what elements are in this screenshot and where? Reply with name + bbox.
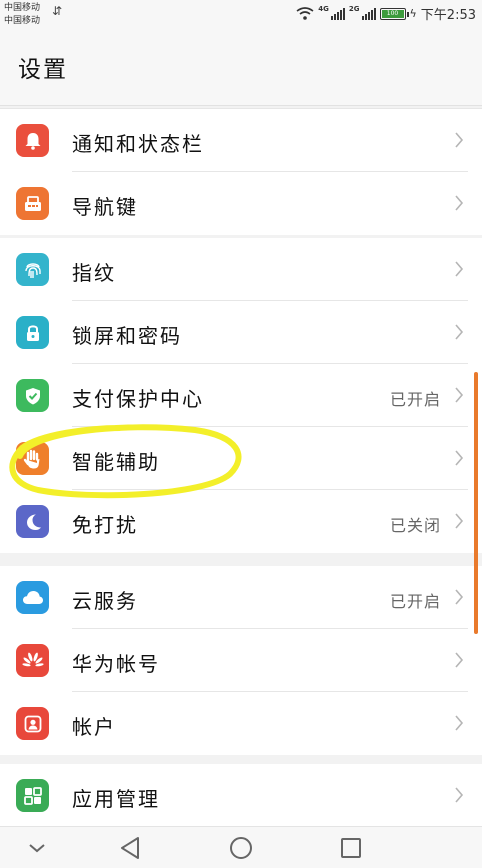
- settings-row-label: 通知和状态栏: [72, 132, 204, 156]
- navigation-key-icon: [16, 187, 49, 220]
- chevron-right-icon: [455, 261, 464, 277]
- carrier-2: 中国移动: [4, 16, 41, 26]
- settings-row-shield-check[interactable]: 支付保护中心 已开启: [0, 364, 482, 427]
- network-2-label: 2G: [348, 4, 360, 13]
- chevron-right-icon: [455, 324, 464, 340]
- status-icons: 4G 2G 100 ϟ 下午2:53: [296, 4, 476, 23]
- chevron-right-icon: [455, 513, 464, 529]
- hide-nav-button[interactable]: [24, 835, 50, 861]
- settings-row-status: 已开启: [389, 592, 441, 611]
- settings-row-status: 已开启: [389, 390, 441, 409]
- chevron-right-icon: [455, 589, 464, 605]
- cloud-icon: [16, 581, 49, 614]
- settings-row-account[interactable]: 帐户: [0, 692, 482, 755]
- settings-group-3: 云服务 已开启华为帐号帐户: [0, 566, 482, 755]
- settings-row-label: 云服务: [72, 589, 138, 613]
- apps-grid-icon: [16, 779, 49, 812]
- signal-2-icon: [361, 7, 376, 20]
- settings-row-label: 免打扰: [72, 513, 138, 537]
- settings-row-label: 指纹: [72, 261, 116, 285]
- settings-row-apps-grid[interactable]: 应用管理: [0, 764, 482, 827]
- wifi-icon: [296, 7, 314, 20]
- settings-group-1: 通知和状态栏 导航键: [0, 108, 482, 235]
- battery-level: 100: [381, 9, 404, 18]
- navigation-bar: [0, 826, 482, 868]
- clock: 下午2:53: [420, 8, 476, 23]
- chevron-right-icon: [455, 387, 464, 403]
- shield-check-icon: [16, 379, 49, 412]
- lock-icon: [16, 316, 49, 349]
- settings-row-lock[interactable]: 锁屏和密码: [0, 301, 482, 364]
- chevron-right-icon: [455, 652, 464, 668]
- account-icon: [16, 707, 49, 740]
- settings-row-status: 已关闭: [389, 516, 441, 535]
- signal-1-icon: [330, 7, 345, 20]
- settings-row-label: 智能辅助: [72, 450, 160, 474]
- settings-row-cloud[interactable]: 云服务 已开启: [0, 566, 482, 629]
- settings-group-4: 应用管理: [0, 764, 482, 827]
- settings-row-label: 锁屏和密码: [72, 324, 182, 348]
- hand-icon: [16, 442, 49, 475]
- page-title: 设置: [18, 57, 68, 83]
- huawei-logo-icon: [16, 644, 49, 677]
- recents-button[interactable]: [338, 835, 364, 861]
- settings-row-label: 应用管理: [72, 787, 160, 811]
- chevron-right-icon: [455, 195, 464, 211]
- bell-icon: [16, 124, 49, 157]
- chevron-right-icon: [455, 450, 464, 466]
- settings-row-moon[interactable]: 免打扰 已关闭: [0, 490, 482, 553]
- settings-row-label: 帐户: [72, 715, 116, 739]
- settings-row-bell[interactable]: 通知和状态栏: [0, 109, 482, 172]
- settings-row-label: 导航键: [72, 195, 138, 219]
- carrier-info: 中国移动 中国移动: [4, 2, 40, 28]
- settings-row-hand[interactable]: 智能辅助: [0, 427, 482, 490]
- chevron-right-icon: [455, 715, 464, 731]
- chevron-right-icon: [455, 132, 464, 148]
- settings-row-fingerprint[interactable]: 指纹: [0, 238, 482, 301]
- settings-group-2: 指纹锁屏和密码支付保护中心 已开启智能辅助免打扰 已关闭: [0, 238, 482, 553]
- back-button[interactable]: [118, 835, 144, 861]
- carrier-1: 中国移动: [4, 3, 41, 13]
- settings-row-huawei-logo[interactable]: 华为帐号: [0, 629, 482, 692]
- battery-icon: 100: [379, 7, 409, 20]
- title-bar: 设置: [0, 30, 482, 106]
- settings-row-label: 华为帐号: [72, 652, 160, 676]
- settings-row-navigation-key[interactable]: 导航键: [0, 172, 482, 235]
- fingerprint-icon: [16, 253, 49, 286]
- network-1-label: 4G: [318, 4, 329, 13]
- charging-icon: ϟ: [409, 7, 417, 20]
- scrollbar[interactable]: [474, 372, 478, 634]
- settings-row-label: 支付保护中心: [72, 387, 204, 411]
- moon-icon: [16, 505, 49, 538]
- status-bar: 中国移动 中国移动 ⇵ 4G 2G 100 ϟ 下午2:53: [0, 0, 482, 30]
- chevron-right-icon: [455, 787, 464, 803]
- usb-icon: ⇵: [52, 4, 63, 18]
- home-button[interactable]: [228, 835, 254, 861]
